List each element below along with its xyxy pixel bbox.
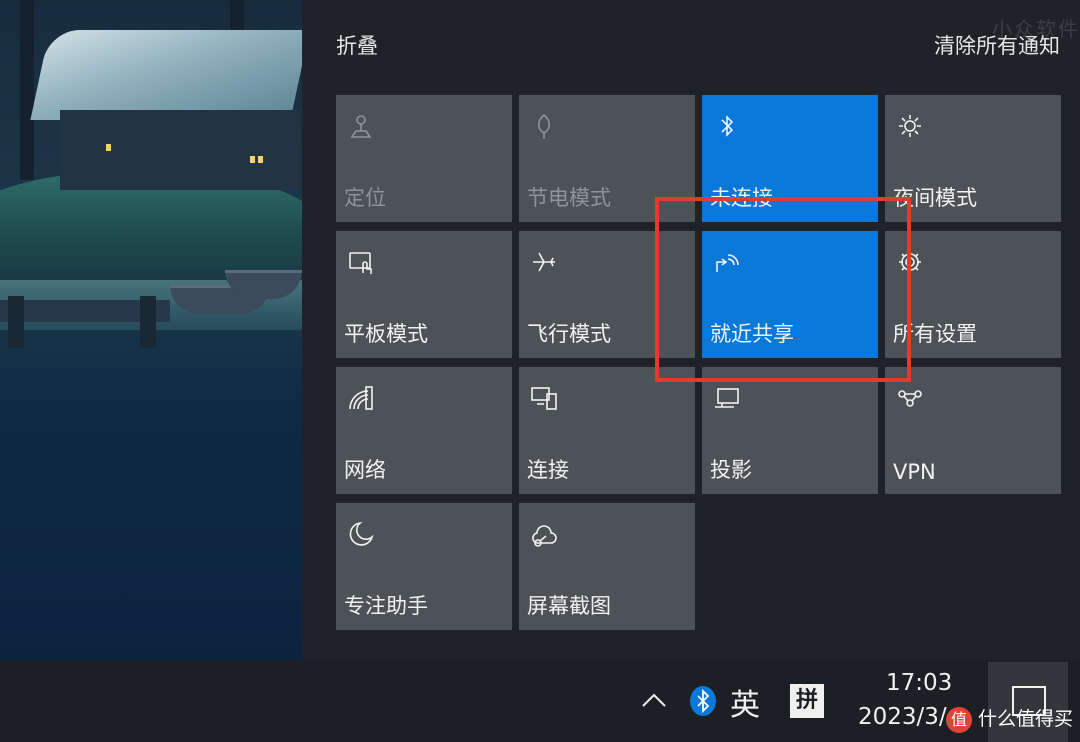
tile-network[interactable]: 网络 <box>336 367 512 494</box>
tile-project[interactable]: 投影 <box>702 367 878 494</box>
project-icon <box>712 383 742 413</box>
watermark-badge: 值 <box>946 706 972 733</box>
battery-saver-icon <box>529 111 559 141</box>
tile-focus-assist[interactable]: 专注助手 <box>336 503 512 630</box>
bluetooth-icon <box>712 111 742 141</box>
tile-label: 专注助手 <box>344 594 428 618</box>
ime-language-indicator[interactable]: 英 <box>730 680 760 724</box>
tablet-mode-icon <box>346 247 376 277</box>
tile-label: 所有设置 <box>893 322 977 346</box>
screen-snip-icon <box>529 519 559 549</box>
action-center-panel: 小众软件 折叠 清除所有通知 定位 节电模式 未连接 夜间模式 平板模式 飞行模… <box>302 0 1080 660</box>
airplane-icon <box>529 247 559 277</box>
tile-label: 就近共享 <box>710 322 794 346</box>
moon-icon <box>346 519 376 549</box>
tile-label: 飞行模式 <box>527 322 611 346</box>
collapse-button[interactable]: 折叠 <box>336 30 378 60</box>
tile-label: 网络 <box>344 458 386 482</box>
ime-mode-indicator[interactable]: 拼 <box>790 684 824 718</box>
tile-tablet-mode[interactable]: 平板模式 <box>336 231 512 358</box>
vpn-icon <box>895 383 925 413</box>
tile-label: 连接 <box>527 458 569 482</box>
clear-all-notifications-button[interactable]: 清除所有通知 <box>934 30 1060 60</box>
tile-label: 屏幕截图 <box>527 594 611 618</box>
tile-airplane-mode[interactable]: 飞行模式 <box>519 231 695 358</box>
tile-label: 节电模式 <box>527 186 611 210</box>
tile-label: 投影 <box>710 458 752 482</box>
watermark-logo: 值什么值得买 <box>946 704 1073 733</box>
tile-all-settings[interactable]: 所有设置 <box>885 231 1061 358</box>
tile-vpn[interactable]: VPN <box>885 367 1061 494</box>
desktop-wallpaper <box>0 0 302 660</box>
tile-battery-saver[interactable]: 节电模式 <box>519 95 695 222</box>
clock-date[interactable]: 2023/3/ <box>858 704 947 730</box>
location-icon <box>346 111 376 141</box>
chevron-up-icon <box>642 693 666 707</box>
clock-time[interactable]: 17:03 <box>886 670 952 696</box>
tile-nearby-sharing[interactable]: 就近共享 <box>702 231 878 358</box>
tile-location[interactable]: 定位 <box>336 95 512 222</box>
network-icon <box>346 383 376 413</box>
tile-label: 定位 <box>344 186 386 210</box>
tile-label: VPN <box>893 460 936 484</box>
tile-connect[interactable]: 连接 <box>519 367 695 494</box>
tile-bluetooth[interactable]: 未连接 <box>702 95 878 222</box>
tile-label: 夜间模式 <box>893 186 977 210</box>
tile-label: 平板模式 <box>344 322 428 346</box>
tile-night-light[interactable]: 夜间模式 <box>885 95 1061 222</box>
tile-label: 未连接 <box>710 186 773 210</box>
nearby-share-icon <box>712 247 742 277</box>
connect-icon <box>529 383 559 413</box>
gear-icon <box>895 247 925 277</box>
tile-screen-snip[interactable]: 屏幕截图 <box>519 503 695 630</box>
watermark-text: 什么值得买 <box>978 708 1074 730</box>
bluetooth-tray-icon[interactable] <box>690 686 716 716</box>
night-light-icon <box>895 111 925 141</box>
show-hidden-icons-chevron[interactable] <box>640 688 668 716</box>
